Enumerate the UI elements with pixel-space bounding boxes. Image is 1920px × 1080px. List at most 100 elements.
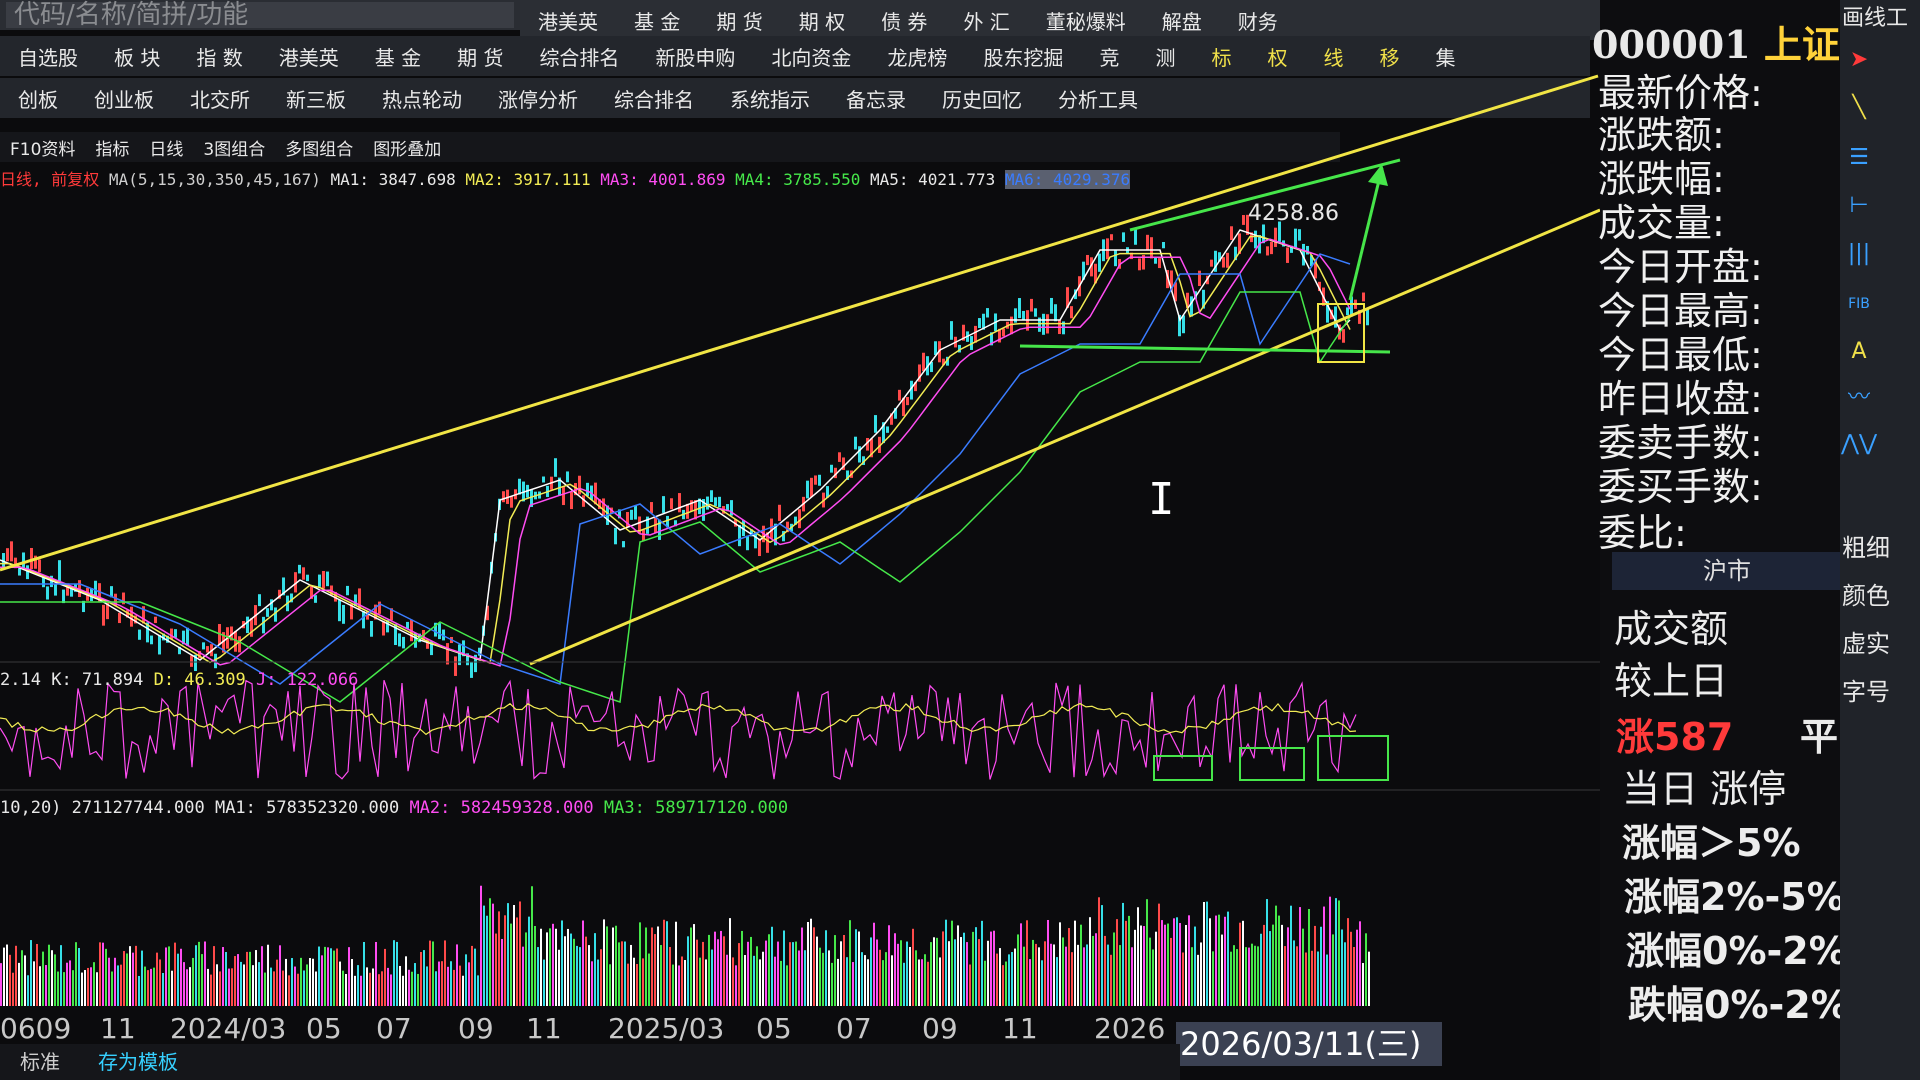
band-up-5: 涨幅＞5% xyxy=(1622,821,1801,865)
fibonacci-icon[interactable]: FIB xyxy=(1840,286,1878,322)
volume-bar xyxy=(600,949,602,1006)
date-tick: 09 xyxy=(458,1012,494,1045)
volume-bar xyxy=(900,940,902,1006)
volume-bar xyxy=(1263,924,1265,1006)
volume-bar xyxy=(1020,923,1022,1006)
tool-color[interactable]: 颜色 xyxy=(1842,576,1890,611)
volume-bar xyxy=(3,947,5,1006)
volume-bar xyxy=(12,972,14,1006)
volume-bar xyxy=(1230,951,1232,1006)
zigzag-icon[interactable]: ⋀⋁ xyxy=(1840,426,1878,462)
volume-bar xyxy=(918,959,920,1006)
tab-save-template[interactable]: 存为模板 xyxy=(98,1046,178,1075)
volume-bar xyxy=(897,943,899,1006)
candle xyxy=(454,656,457,676)
date-tick: 11 xyxy=(1002,1012,1038,1045)
volume-bar xyxy=(1284,946,1286,1006)
volume-bar xyxy=(282,970,284,1006)
volume-bar xyxy=(639,922,641,1006)
volume-bar xyxy=(1146,899,1148,1006)
candle xyxy=(270,599,273,611)
tool-thickness[interactable]: 粗细 xyxy=(1842,528,1890,563)
candle xyxy=(246,616,249,634)
candle xyxy=(898,389,901,401)
volume-bar xyxy=(879,949,881,1006)
volume-bar xyxy=(15,945,17,1006)
volume-bar xyxy=(603,919,605,1006)
candle xyxy=(1134,228,1137,245)
line-tool-icon[interactable]: ╲ xyxy=(1840,90,1878,126)
volume-bar xyxy=(723,936,725,1006)
volume-bar xyxy=(852,962,854,1006)
candle xyxy=(1266,246,1269,256)
volume-bar xyxy=(714,931,716,1006)
candle xyxy=(630,509,633,520)
volume-bar xyxy=(948,941,950,1006)
wave-tool-icon[interactable]: 〰 xyxy=(1840,380,1878,416)
candle xyxy=(1086,254,1089,266)
stat-vs-prev: 较上日 xyxy=(1614,659,1729,703)
volume-bar xyxy=(576,945,578,1006)
date-tick: 09 xyxy=(922,1012,958,1045)
volume-bar xyxy=(384,948,386,1006)
kline-chart[interactable]: 4258.86 xyxy=(0,0,1600,1040)
volume-bar xyxy=(567,928,569,1006)
volume-bar xyxy=(1143,926,1145,1006)
candle xyxy=(1138,258,1141,271)
volume-bar xyxy=(891,955,893,1006)
volume-bar xyxy=(963,932,965,1006)
volume-bar xyxy=(516,917,518,1006)
channel-icon[interactable]: ⊢ xyxy=(1840,188,1878,224)
tab-shanghai-market[interactable]: 沪市 xyxy=(1612,552,1842,590)
volume-bar xyxy=(495,933,497,1006)
candle xyxy=(678,493,681,513)
volume-bar xyxy=(792,942,794,1006)
green-arrow-line[interactable] xyxy=(1348,167,1384,301)
volume-bar xyxy=(1323,906,1325,1006)
volume-bar xyxy=(1077,944,1079,1006)
volume-bar xyxy=(78,948,80,1006)
volume-bar xyxy=(1164,924,1166,1006)
volume-bar xyxy=(819,947,821,1006)
volume-bar xyxy=(192,957,194,1006)
volume-bar xyxy=(120,964,122,1006)
candle xyxy=(338,600,341,622)
volume-bar xyxy=(1320,926,1322,1006)
volume-bar xyxy=(816,936,818,1006)
volume-bar xyxy=(453,969,455,1006)
volume-bar xyxy=(903,962,905,1006)
green-support-line[interactable] xyxy=(1019,344,1391,354)
volume-bar xyxy=(1329,896,1331,1006)
volume-bar xyxy=(477,975,479,1006)
volume-bar xyxy=(1242,920,1244,1006)
vertical-lines-icon[interactable]: ||| xyxy=(1840,236,1878,272)
candle xyxy=(510,495,513,508)
volume-bar xyxy=(633,957,635,1006)
tab-standard[interactable]: 标准 xyxy=(20,1046,60,1075)
candle xyxy=(542,476,545,483)
candle xyxy=(398,633,401,647)
text-tool-icon[interactable]: A xyxy=(1840,334,1878,370)
volume-bar xyxy=(492,903,494,1006)
volume-bar xyxy=(705,959,707,1006)
volume-bar xyxy=(234,956,236,1006)
tool-font-size[interactable]: 字号 xyxy=(1842,672,1890,707)
kdj-indicator xyxy=(0,679,1357,780)
volume-bar xyxy=(150,968,152,1006)
volume-bar xyxy=(1140,925,1142,1006)
volume-bar xyxy=(612,927,614,1006)
candle xyxy=(978,318,981,329)
volume-bar xyxy=(1017,934,1019,1006)
pointer-icon[interactable]: ➤ xyxy=(1840,42,1878,78)
volume-bar xyxy=(1005,961,1007,1006)
volume-bar xyxy=(357,965,359,1006)
volume-bar xyxy=(66,962,68,1006)
tool-dash-style[interactable]: 虚实 xyxy=(1842,624,1890,659)
candle xyxy=(642,529,645,541)
volume-bar xyxy=(651,927,653,1006)
candle xyxy=(1270,241,1273,255)
parallel-lines-icon[interactable]: ☰ xyxy=(1840,140,1878,176)
volume-bar xyxy=(708,934,710,1006)
volume-bar xyxy=(927,961,929,1006)
lower-trendline[interactable] xyxy=(529,208,1600,666)
